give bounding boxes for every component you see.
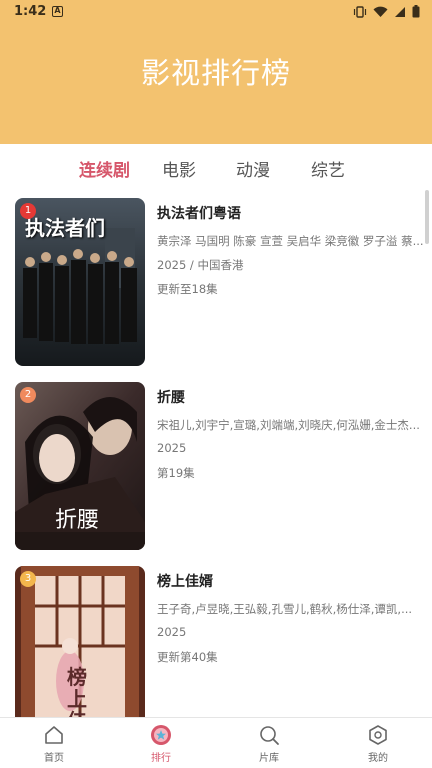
nav-rank[interactable]: 排行 <box>131 724 191 764</box>
page-title: 影视排行榜 <box>140 56 291 90</box>
wifi-icon <box>373 6 388 17</box>
rank-badge: 1 <box>20 203 36 219</box>
item-title[interactable]: 榜上佳婿 <box>157 571 425 593</box>
nav-library-label: 片库 <box>259 753 279 764</box>
list-item[interactable]: 执法者们 1 执法者们粤语 黄宗泽 马国明 陈豪 宣萱 吴启华 梁竞徽 罗子溢 … <box>15 198 425 366</box>
nav-home[interactable]: 首页 <box>24 724 84 764</box>
item-year-region: 2025 <box>157 625 187 639</box>
item-episode: 更新第40集 <box>157 650 218 664</box>
notification-app-icon: A <box>52 6 63 17</box>
status-time: 1:42 <box>14 4 47 19</box>
header: 1:42 A 影视排行榜 <box>0 0 432 144</box>
poster-title-text: 执法者们 <box>25 216 105 240</box>
status-bar: 1:42 A <box>0 0 432 24</box>
item-info: 榜上佳婿 王子奇,卢昱晓,王弘毅,孔雪儿,鹤秋,杨仕泽,谭凯,... 2025 … <box>157 571 425 667</box>
item-episode: 更新至18集 <box>157 282 218 296</box>
nav-profile[interactable]: 我的 <box>348 724 408 764</box>
tab-movies[interactable]: 电影 <box>162 156 196 181</box>
bottom-nav: 首页 排行 片库 我的 <box>0 717 432 768</box>
item-title[interactable]: 执法者们粤语 <box>157 203 425 225</box>
rank-badge: 3 <box>20 571 36 587</box>
signal-icon <box>395 6 405 17</box>
tab-anime[interactable]: 动漫 <box>236 156 270 181</box>
battery-icon <box>412 5 420 18</box>
item-info: 执法者们粤语 黄宗泽 马国明 陈豪 宣萱 吴启华 梁竞徽 罗子溢 蔡... 20… <box>157 203 425 299</box>
nav-library[interactable]: 片库 <box>239 724 299 764</box>
poster-image[interactable]: 折腰 2 <box>15 382 145 550</box>
item-title[interactable]: 折腰 <box>157 387 425 409</box>
nav-profile-label: 我的 <box>368 753 388 764</box>
home-icon <box>45 726 63 744</box>
poster-title-text: 折腰 <box>55 508 100 533</box>
status-icons <box>353 5 420 18</box>
nav-rank-label: 排行 <box>151 753 171 764</box>
app-screen: 1:42 A 影视排行榜 连续剧 电影 动漫 综艺 执法者们 1 执法者们粤语 … <box>0 0 432 768</box>
item-year-region: 2025 <box>157 441 187 455</box>
list-item[interactable]: 榜上佳婿 3 榜上佳婿 王子奇,卢昱晓,王弘毅,孔雪儿,鹤秋,杨仕泽,谭凯,..… <box>15 566 425 734</box>
tab-series[interactable]: 连续剧 <box>79 156 130 181</box>
category-tabs: 连续剧 电影 动漫 综艺 <box>0 150 432 184</box>
vibrate-icon <box>353 5 367 18</box>
tab-variety[interactable]: 综艺 <box>311 156 345 181</box>
item-year-region: 2025 / 中国香港 <box>157 258 244 272</box>
search-icon <box>260 726 279 745</box>
rank-badge: 2 <box>20 387 36 403</box>
profile-icon <box>369 725 387 745</box>
item-cast: 宋祖儿,刘宇宁,宣璐,刘端端,刘晓庆,何泓姗,金士杰... <box>157 418 420 432</box>
item-cast: 黄宗泽 马国明 陈豪 宣萱 吴启华 梁竞徽 罗子溢 蔡... <box>157 234 424 248</box>
item-cast: 王子奇,卢昱晓,王弘毅,孔雪儿,鹤秋,杨仕泽,谭凯,... <box>157 602 413 616</box>
item-info: 折腰 宋祖儿,刘宇宁,宣璐,刘端端,刘晓庆,何泓姗,金士杰... 2025 第1… <box>157 387 425 483</box>
list-item[interactable]: 折腰 2 折腰 宋祖儿,刘宇宁,宣璐,刘端端,刘晓庆,何泓姗,金士杰... 20… <box>15 382 425 550</box>
nav-home-label: 首页 <box>44 753 64 764</box>
item-episode: 第19集 <box>157 466 195 480</box>
rank-icon <box>151 725 171 745</box>
scrollbar[interactable] <box>425 190 429 244</box>
poster-image[interactable]: 榜上佳婿 3 <box>15 566 145 734</box>
poster-image[interactable]: 执法者们 1 <box>15 198 145 366</box>
